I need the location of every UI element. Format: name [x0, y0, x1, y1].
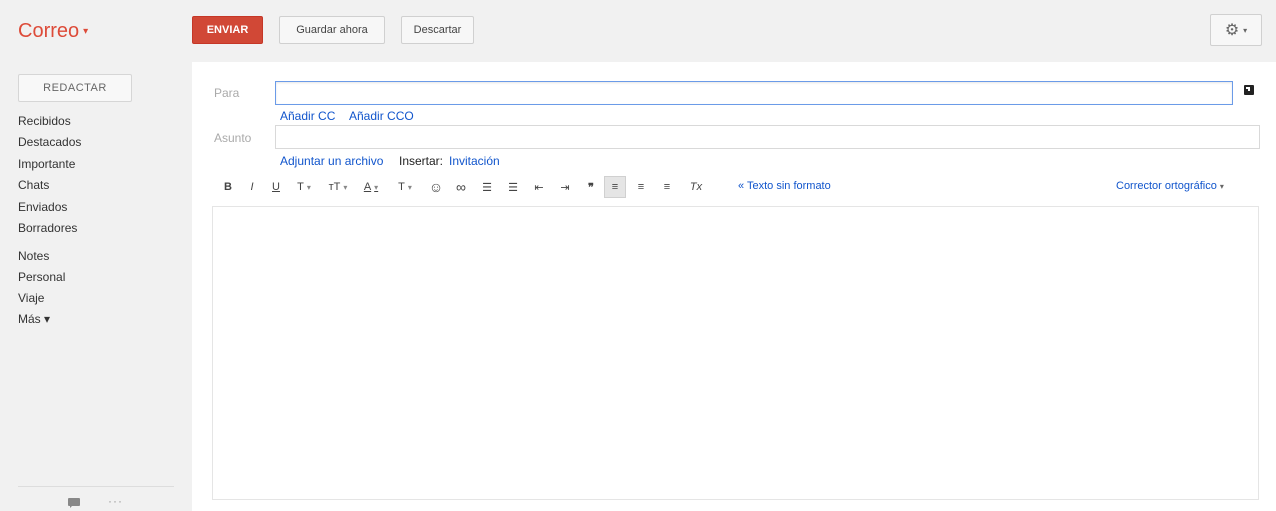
numbered-list-icon[interactable]: ☰ — [476, 176, 498, 198]
top-bar: Correo ▾ ENVIAR Guardar ahora Descartar ⚙… — [0, 0, 1276, 63]
remove-formatting-icon[interactable]: Tx — [684, 176, 708, 198]
italic-button[interactable]: I — [244, 176, 260, 198]
chevron-down-icon: ▾ — [83, 26, 89, 38]
indent-less-icon[interactable]: ⇤ — [528, 176, 550, 198]
quote-icon[interactable]: ❞ — [580, 176, 602, 198]
add-cc-link[interactable]: Añadir CC — [280, 109, 335, 123]
save-now-button[interactable]: Guardar ahora — [279, 16, 385, 44]
to-input[interactable] — [275, 81, 1233, 105]
sidebar-item-sent[interactable]: Enviados — [18, 200, 67, 214]
sidebar-divider — [18, 486, 174, 487]
sidebar-item-important[interactable]: Importante — [18, 157, 75, 171]
emoji-icon[interactable]: ☺ — [426, 176, 446, 198]
chat-icon[interactable] — [68, 498, 80, 508]
add-bcc-link[interactable]: Añadir CCO — [349, 109, 414, 123]
font-size-button[interactable]: тT ▾ — [324, 176, 352, 198]
align-left-icon[interactable]: ≡ — [604, 176, 626, 198]
formatting-toolbar: B I U T ▾ тT ▾ A ▾ T ▾ ☺ ∞ ☰ ☰ ⇤ ⇥ ❞ ≡ ≡ ≡ T… — [212, 176, 1272, 200]
link-icon[interactable]: ∞ — [450, 176, 472, 198]
sidebar-item-drafts[interactable]: Borradores — [18, 221, 77, 235]
subject-input[interactable] — [275, 125, 1260, 149]
attach-file-link[interactable]: Adjuntar un archivo — [280, 154, 383, 168]
sidebar-item-notes[interactable]: Notes — [18, 249, 49, 263]
invitation-link[interactable]: Invitación — [449, 154, 500, 168]
background-color-button[interactable]: T ▾ — [392, 176, 418, 198]
mail-app-switcher[interactable]: Correo ▾ — [18, 20, 88, 43]
highlight-icon: T — [398, 181, 405, 193]
app-title: Correo — [18, 20, 80, 42]
message-body-editor[interactable] — [212, 206, 1259, 500]
send-button[interactable]: ENVIAR — [192, 16, 263, 44]
sidebar: REDACTAR Recibidos Destacados Importante… — [0, 62, 192, 511]
bold-button[interactable]: B — [220, 176, 236, 198]
more-options-icon[interactable]: ··· — [108, 494, 123, 508]
underline-button[interactable]: U — [268, 176, 284, 198]
chevron-down-icon: ▾ — [1243, 25, 1248, 35]
sidebar-item-more[interactable]: Más ▾ — [18, 312, 50, 326]
chevron-down-icon: ▾ — [1219, 182, 1224, 191]
align-center-icon[interactable]: ≡ — [630, 176, 652, 198]
settings-button[interactable]: ⚙ ▾ — [1210, 14, 1262, 46]
sidebar-item-travel[interactable]: Viaje — [18, 291, 44, 305]
chevron-down-icon: ▾ — [343, 182, 348, 192]
to-label: Para — [214, 86, 240, 100]
text-color-button[interactable]: A ▾ — [358, 176, 384, 198]
spellcheck-dropdown[interactable]: Corrector ortográfico ▾ — [1116, 180, 1224, 192]
chevron-down-icon: ▾ — [407, 182, 412, 192]
subject-label: Asunto — [214, 131, 252, 145]
bulleted-list-icon[interactable]: ☰ — [502, 176, 524, 198]
font-size-icon: тT — [328, 181, 341, 193]
spellcheck-label: Corrector ortográfico — [1116, 180, 1217, 192]
discard-button[interactable]: Descartar — [401, 16, 474, 44]
sidebar-item-starred[interactable]: Destacados — [18, 135, 81, 149]
chevron-down-icon: ▾ — [306, 182, 311, 192]
align-right-icon[interactable]: ≡ — [656, 176, 678, 198]
gear-icon: ⚙ — [1224, 22, 1240, 39]
sidebar-item-personal[interactable]: Personal — [18, 270, 65, 284]
indent-more-icon[interactable]: ⇥ — [554, 176, 576, 198]
expand-contacts-icon[interactable] — [1244, 85, 1254, 95]
insert-label: Insertar: — [399, 154, 444, 168]
font-family-button[interactable]: T ▾ — [292, 176, 316, 198]
plain-text-link[interactable]: « Texto sin formato — [738, 180, 831, 192]
compose-button[interactable]: REDACTAR — [18, 74, 132, 102]
font-icon: T — [297, 181, 304, 193]
chevron-down-icon: ▾ — [374, 182, 379, 192]
text-color-icon: A — [363, 181, 372, 193]
sidebar-item-inbox[interactable]: Recibidos — [18, 114, 71, 128]
sidebar-item-chats[interactable]: Chats — [18, 178, 49, 192]
compose-panel: Para Añadir CC Añadir CCO Asunto Adjunta… — [192, 62, 1276, 511]
